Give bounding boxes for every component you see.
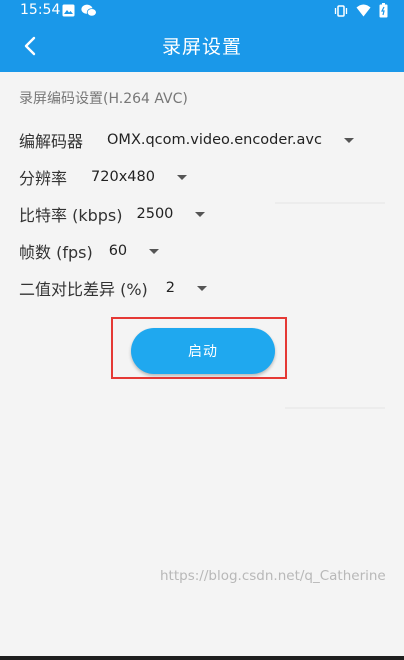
bitrate-spinner[interactable]: 2500	[137, 206, 206, 222]
page-title: 录屏设置	[161, 36, 242, 58]
status-bar: 15:54	[0, 0, 404, 22]
encoder-value: OMX.qcom.video.encoder.avc	[107, 132, 322, 148]
resolution-row: 分辨率 720x480	[19, 163, 187, 191]
dropdown-arrow-icon	[176, 174, 187, 180]
diff-spinner[interactable]: 2	[165, 280, 208, 296]
wechat-icon	[81, 4, 97, 21]
app-toolbar: 录屏设置	[0, 22, 404, 72]
diff-label: 二值对比差异 (%)	[19, 280, 148, 299]
bitrate-value: 2500	[136, 206, 174, 222]
back-button[interactable]	[14, 32, 46, 64]
vibrate-icon	[334, 4, 348, 22]
dropdown-arrow-icon	[343, 137, 354, 143]
resolution-label: 分辨率	[19, 169, 68, 188]
bitrate-label: 比特率 (kbps)	[19, 206, 123, 225]
bitrate-row: 比特率 (kbps) 2500	[19, 200, 206, 228]
section-label: 录屏编码设置(H.264 AVC)	[19, 91, 188, 107]
fps-label: 帧数 (fps)	[19, 243, 93, 262]
status-notification-icons	[62, 4, 97, 21]
app-screen: 15:54 录屏设置 录屏编码设置(H.264 AVC) 编解码器 OMX.qc…	[0, 0, 404, 660]
image-icon	[62, 4, 75, 21]
dropdown-arrow-icon	[149, 248, 160, 254]
chevron-left-icon	[23, 36, 37, 60]
wifi-icon	[356, 4, 371, 21]
status-time: 15:54	[20, 2, 61, 18]
bottom-edge	[0, 656, 404, 660]
start-button-highlight	[111, 317, 287, 379]
divider	[275, 202, 385, 204]
diff-value: 2	[165, 280, 176, 296]
divider	[285, 407, 385, 409]
resolution-spinner[interactable]: 720x480	[91, 169, 187, 185]
encoder-row: 编解码器 OMX.qcom.video.encoder.avc	[19, 126, 354, 154]
dropdown-arrow-icon	[197, 285, 208, 291]
encoder-label: 编解码器	[19, 132, 84, 151]
resolution-value: 720x480	[91, 169, 155, 185]
encoder-spinner[interactable]: OMX.qcom.video.encoder.avc	[107, 132, 354, 148]
watermark: https://blog.csdn.net/q_Catherine	[160, 568, 386, 584]
fps-row: 帧数 (fps) 60	[19, 237, 160, 265]
fps-value: 60	[108, 243, 128, 259]
fps-spinner[interactable]: 60	[108, 243, 160, 259]
battery-icon	[379, 3, 388, 22]
diff-row: 二值对比差异 (%) 2	[19, 274, 208, 302]
dropdown-arrow-icon	[195, 211, 206, 217]
status-system-icons	[334, 3, 388, 22]
